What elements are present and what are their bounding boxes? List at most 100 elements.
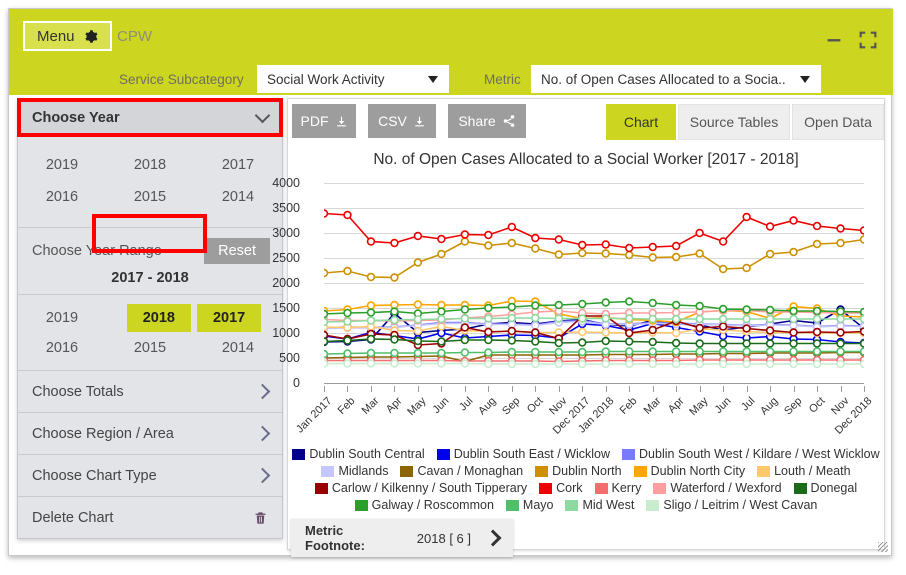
chart-data-point xyxy=(836,328,845,337)
chart-x-tick xyxy=(488,386,490,392)
selected-year-2017[interactable]: 2017 xyxy=(196,304,262,332)
chart-data-point xyxy=(531,244,540,253)
tab-source-tables[interactable]: Source Tables xyxy=(678,104,790,140)
menu-item-choose-totals[interactable]: Choose Totals xyxy=(18,370,282,412)
chart-legend-label: Sligo / Leitrim / West Cavan xyxy=(663,498,818,512)
chart-data-point xyxy=(742,314,751,324)
metric-footnote[interactable]: Metric Footnote: 2018 [ 6 ] xyxy=(291,519,513,557)
chart-data-point xyxy=(390,335,399,344)
chart-legend-item[interactable]: Dublin South West / Kildare / West Wickl… xyxy=(622,447,880,461)
chart-legend-item[interactable]: Mayo xyxy=(505,498,553,512)
chart-legend-label: Louth / Meath xyxy=(774,464,851,478)
chart-data-point xyxy=(789,306,798,316)
chart-data-point xyxy=(718,322,728,331)
chart-legend-label: Carlow / Kilkenny / South Tipperary xyxy=(331,481,528,495)
chart-data-point xyxy=(625,250,634,260)
share-button[interactable]: Share xyxy=(448,104,526,138)
chart-x-tick xyxy=(347,386,349,392)
service-subcategory-select[interactable]: Social Work Activity xyxy=(257,65,449,93)
minimize-icon[interactable] xyxy=(823,29,845,51)
chart-x-tick xyxy=(605,386,607,392)
tab-open-data[interactable]: Open Data xyxy=(792,104,884,140)
chart-legend-item[interactable]: Dublin North City xyxy=(633,464,745,478)
chart-data-point xyxy=(812,239,822,249)
year-range-option[interactable]: 2015 xyxy=(106,340,194,356)
resize-grip[interactable] xyxy=(878,542,888,552)
chart-y-tick-label: 1000 xyxy=(272,326,300,340)
chart-data-point xyxy=(859,347,864,356)
chart-legend-item[interactable]: Carlow / Kilkenny / South Tipperary xyxy=(314,481,528,495)
menu-item-label: Choose Totals xyxy=(32,383,124,400)
metric-select[interactable]: No. of Open Cases Allocated to a Socia.. xyxy=(531,65,821,93)
chart-data-point xyxy=(601,314,610,323)
chart-data-point xyxy=(460,230,470,239)
year-range-row-1: 2019 2018 2017 xyxy=(18,295,282,334)
chart-data-point xyxy=(507,359,517,369)
chart-data-point xyxy=(366,334,376,344)
tab-chart[interactable]: Chart xyxy=(606,104,676,140)
pdf-button[interactable]: PDF xyxy=(292,104,356,138)
chart-panel: PDF CSV Share Chart Source Tables Open D… xyxy=(272,98,885,550)
chart-x-tick xyxy=(535,386,537,392)
chart-legend-item[interactable]: Dublin North xyxy=(535,464,622,478)
year-range-option[interactable]: 2019 xyxy=(18,310,106,326)
chart-data-point xyxy=(390,238,399,248)
chart-data-point xyxy=(460,348,470,357)
chart-data-point xyxy=(554,359,563,369)
year-option[interactable]: 2015 xyxy=(106,181,194,213)
chart-legend-item[interactable]: Galway / Roscommon xyxy=(354,498,494,512)
chart-legend-row: Galway / Roscommon Mayo Mid West Sligo / Le… xyxy=(296,498,876,512)
chart-data-point xyxy=(324,268,329,278)
chart-legend-swatch xyxy=(354,499,368,511)
year-option[interactable]: 2019 xyxy=(18,149,106,181)
chart-data-point xyxy=(789,314,798,324)
chart-legend-item[interactable]: Dublin South Central xyxy=(292,447,425,461)
chart-legend-item[interactable]: Louth / Meath xyxy=(757,464,851,478)
menu-button-label: Menu xyxy=(37,27,75,45)
chart-data-point xyxy=(484,327,493,337)
chart-data-point xyxy=(859,327,864,336)
chart-data-point xyxy=(437,314,446,324)
chart-legend-item[interactable]: Sligo / Leitrim / West Cavan xyxy=(646,498,817,512)
chart-legend-item[interactable]: Midlands xyxy=(321,464,388,478)
chart-data-point xyxy=(742,359,751,369)
chart-legend-item[interactable]: Dublin South East / Wicklow xyxy=(436,447,610,461)
chart-x-tick xyxy=(746,386,748,392)
year-option[interactable]: 2016 xyxy=(18,181,106,213)
chart-y-tick-label: 4000 xyxy=(272,176,300,190)
chart-legend-item[interactable]: Kerry xyxy=(594,481,642,495)
fullscreen-icon[interactable] xyxy=(857,29,879,51)
chart-legend-item[interactable]: Mid West xyxy=(565,498,634,512)
csv-button[interactable]: CSV xyxy=(368,104,436,138)
chart-legend-item[interactable]: Waterford / Wexford xyxy=(653,481,782,495)
chart-series-line xyxy=(324,212,864,249)
year-range-label: Choose Year Range xyxy=(32,243,162,259)
choose-year-header[interactable]: Choose Year xyxy=(18,99,282,137)
chart-legend-label: Kerry xyxy=(611,481,642,495)
chart-x-ticks xyxy=(324,386,865,392)
download-icon xyxy=(415,116,424,126)
menu-item-choose-chart-type[interactable]: Choose Chart Type xyxy=(18,454,282,496)
chart-data-point xyxy=(765,249,775,259)
year-range-option[interactable]: 2016 xyxy=(18,340,106,356)
year-option[interactable]: 2018 xyxy=(106,149,194,181)
chart-data-point xyxy=(578,347,587,357)
chart-x-tick xyxy=(417,386,419,392)
menu-button[interactable]: Menu xyxy=(23,21,112,51)
menu-item-label: Choose Chart Type xyxy=(32,467,157,484)
chart-legend-swatch xyxy=(594,482,608,494)
chart-data-point xyxy=(531,313,540,323)
chart-data-point xyxy=(324,349,329,359)
chart-x-tick xyxy=(676,386,678,392)
chart-legend-item[interactable]: Cork xyxy=(539,481,583,495)
selected-year-2018[interactable]: 2018 xyxy=(126,304,191,332)
chart-legend-item[interactable]: Cavan / Monaghan xyxy=(400,464,523,478)
menu-item-delete-chart[interactable]: Delete Chart xyxy=(18,496,282,538)
chart-data-point xyxy=(578,327,587,337)
share-icon xyxy=(503,115,514,127)
chart-data-point xyxy=(460,335,470,345)
chart-data-point xyxy=(484,335,493,345)
chart-x-tick xyxy=(864,386,865,392)
menu-item-choose-region-area[interactable]: Choose Region / Area xyxy=(18,412,282,454)
chart-legend-item[interactable]: Donegal xyxy=(793,481,857,495)
